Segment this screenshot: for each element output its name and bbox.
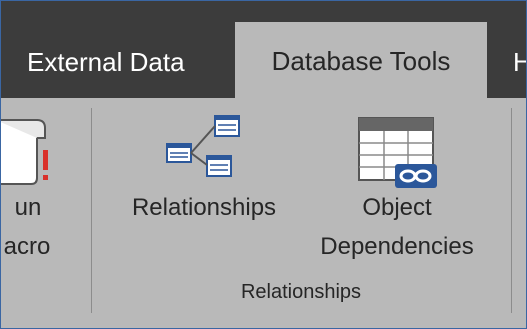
object-dependencies-label-line2: Dependencies [320,233,474,260]
relationships-button[interactable]: Relationships [109,98,299,278]
relationships-label: Relationships [131,194,277,221]
object-dependencies-button[interactable]: Object Dependencies [297,98,497,278]
ribbon-panel: un acro Relationships Object Dependencie… [1,98,526,328]
relationships-icon [166,115,240,177]
run-macro-label-line2: acro [3,233,51,260]
run-macro-icon [1,119,48,185]
tab-external-data[interactable]: External Data [27,1,185,98]
group-separator-right [511,108,512,313]
tab-help-partial[interactable]: H [513,1,526,98]
object-dependencies-icon [358,117,437,188]
group-separator [91,108,92,313]
ribbon-tab-bar: External Data Database Tools H [1,1,526,98]
relationships-group-label: Relationships [240,281,362,303]
tab-database-tools[interactable]: Database Tools [235,22,487,98]
run-macro-button[interactable]: un acro [1,98,81,298]
access-ribbon-window: External Data Database Tools H un acro [0,0,527,329]
run-macro-label-line1: un [14,194,42,221]
object-dependencies-label-line1: Object [362,194,432,221]
